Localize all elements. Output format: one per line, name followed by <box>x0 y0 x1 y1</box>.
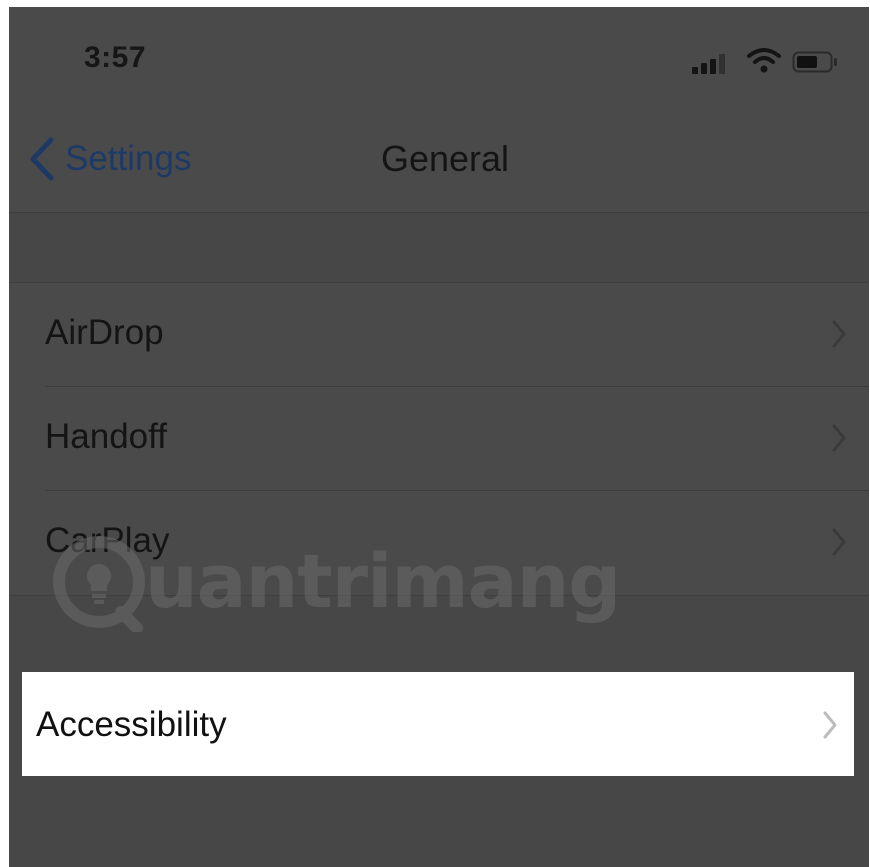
chevron-right-icon <box>832 528 846 556</box>
airdrop-label: AirDrop <box>45 313 164 352</box>
handoff-row[interactable]: Handoff <box>9 387 869 491</box>
navigation-bar: Settings General <box>9 107 869 213</box>
handoff-label: Handoff <box>45 417 167 456</box>
battery-icon <box>792 51 837 73</box>
accessibility-label: Accessibility <box>36 705 227 744</box>
watermark-logo: uantrimang <box>49 527 621 637</box>
wifi-icon <box>747 48 781 73</box>
page-title: General <box>380 138 510 179</box>
airdrop-row[interactable]: AirDrop <box>9 283 869 387</box>
signal-icon <box>692 54 726 74</box>
chevron-right-icon <box>823 711 837 739</box>
status-bar: 3:57 <box>9 7 869 107</box>
lightbulb-logo-icon <box>53 536 145 632</box>
chevron-right-icon <box>832 424 846 452</box>
accessibility-row[interactable]: Accessibility <box>22 672 854 776</box>
status-time: 3:57 <box>84 41 147 74</box>
watermark-text: uantrimang <box>145 539 621 625</box>
chevron-right-icon <box>832 320 846 348</box>
